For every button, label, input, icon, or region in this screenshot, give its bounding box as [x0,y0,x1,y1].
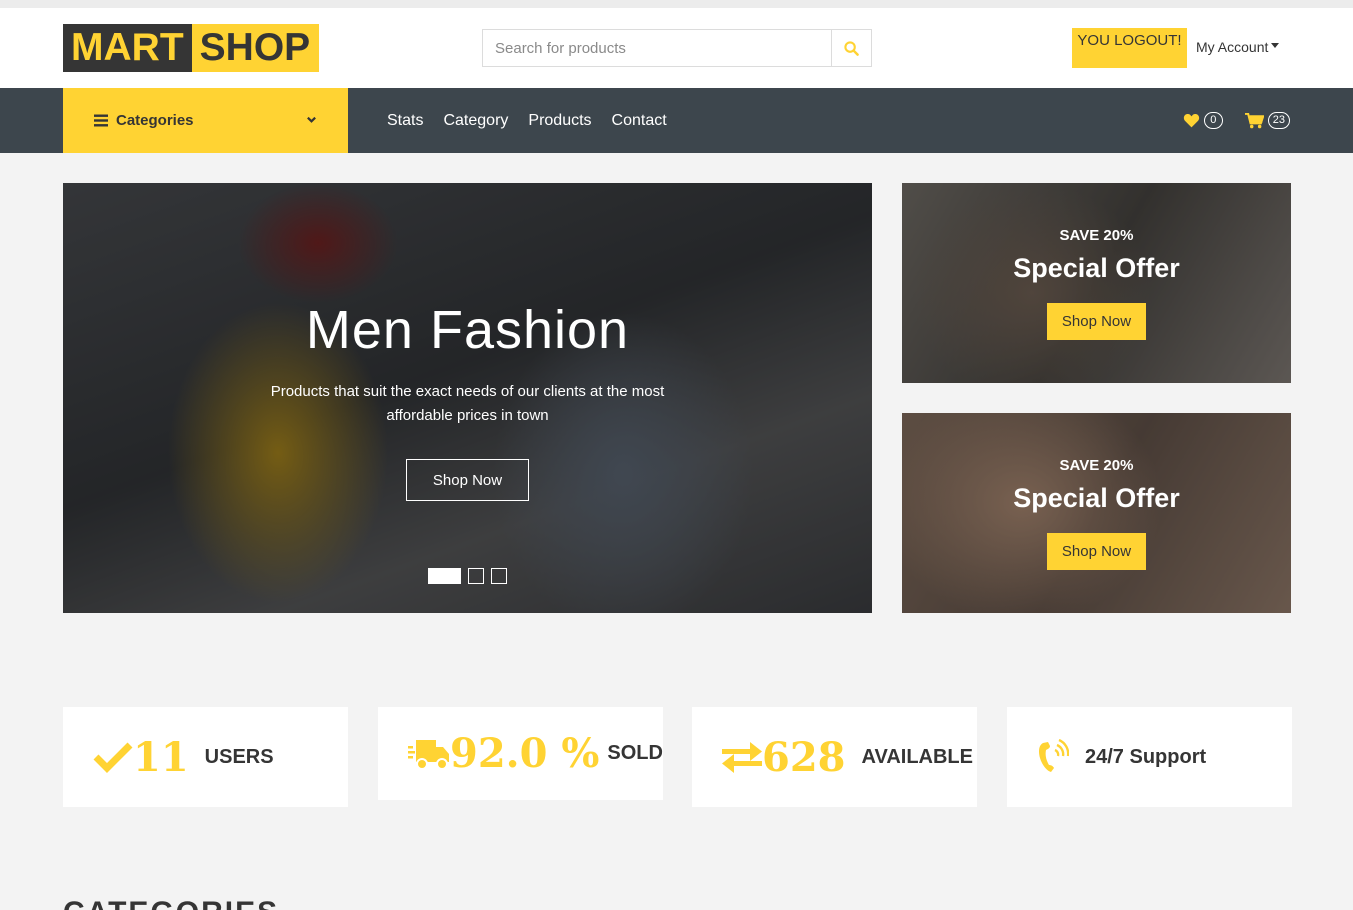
hero-shop-now-button[interactable]: Shop Now [406,459,529,501]
hero-title: Men Fashion [305,300,630,360]
nav-link-contact[interactable]: Contact [612,112,667,130]
nav-link-products[interactable]: Products [528,112,591,130]
nav-icons: 0 23 [1161,88,1290,153]
offer-title: Special Offer [1013,483,1180,513]
phone-volume-icon [1039,739,1069,772]
main-navbar: Categories Stats Category Products Conta… [0,88,1353,153]
search-input[interactable] [482,29,831,67]
carousel-indicator-1[interactable] [428,568,461,584]
chevron-down-icon [307,116,316,123]
stat-card-support: 24/7 Support [1007,707,1292,807]
offer-card-1: SAVE 20% Special Offer Shop Now [902,183,1291,383]
stat-label: AVAILABLE [861,745,973,768]
wishlist-count-badge: 0 [1203,112,1223,129]
stat-value: 11 [133,733,189,781]
stat-card-users: 11 USERS [63,707,348,807]
caret-down-icon [1271,42,1280,48]
logout-button[interactable]: YOU LOGOUT! [1072,28,1187,68]
carousel-indicator-3[interactable] [491,568,507,584]
offer-card-2: SAVE 20% Special Offer Shop Now [902,413,1291,613]
carousel-indicator-2[interactable] [468,568,484,584]
stat-label: SOLD [607,742,663,764]
search-form [482,29,872,67]
categories-toggle[interactable]: Categories [63,88,348,153]
cart-link[interactable]: 23 [1244,112,1290,129]
truck-icon [408,739,449,770]
offer-shop-now-button[interactable]: Shop Now [1047,303,1146,340]
stat-label: USERS [204,745,274,768]
search-button[interactable] [831,29,872,67]
logo-part-1: MART [63,24,192,72]
carousel-indicators [428,568,514,584]
logo-part-2: SHOP [191,24,320,72]
offer-save-text: SAVE 20% [1059,457,1134,474]
section-title-categories: CATEGORIES [63,898,279,910]
offer-shop-now-button[interactable]: Shop Now [1047,533,1146,570]
cart-icon [1244,112,1264,128]
hero-subtitle: Products that suit the exact needs of ou… [270,383,665,424]
stat-label: 24/7 Support [1085,745,1207,768]
stat-card-sold: 92.0 % SOLD [378,707,663,800]
nav-link-category[interactable]: Category [443,112,508,130]
offer-title: Special Offer [1013,253,1180,283]
offer-save-text: SAVE 20% [1059,227,1134,244]
stat-value: 92.0 % [450,730,600,777]
nav-links: Stats Category Products Contact [387,88,687,153]
stat-card-available: 628 AVAILABLE [692,707,977,807]
wishlist-link[interactable]: 0 [1183,112,1223,129]
heart-icon [1183,113,1199,128]
site-header: MART SHOP YOU LOGOUT! My Account [0,8,1353,88]
my-account-dropdown[interactable]: My Account [1196,39,1280,55]
categories-label: Categories [116,112,194,129]
my-account-label: My Account [1196,39,1269,55]
check-icon [93,742,133,773]
hero-carousel[interactable]: Men Fashion Products that suit the exact… [63,183,872,613]
stat-value: 628 [762,733,846,781]
search-icon [844,40,859,56]
nav-link-stats[interactable]: Stats [387,112,423,130]
bars-icon [94,114,108,127]
logo[interactable]: MART SHOP [63,24,320,72]
cart-count-badge: 23 [1267,112,1290,129]
top-strip [0,0,1353,8]
exchange-icon [722,742,762,773]
